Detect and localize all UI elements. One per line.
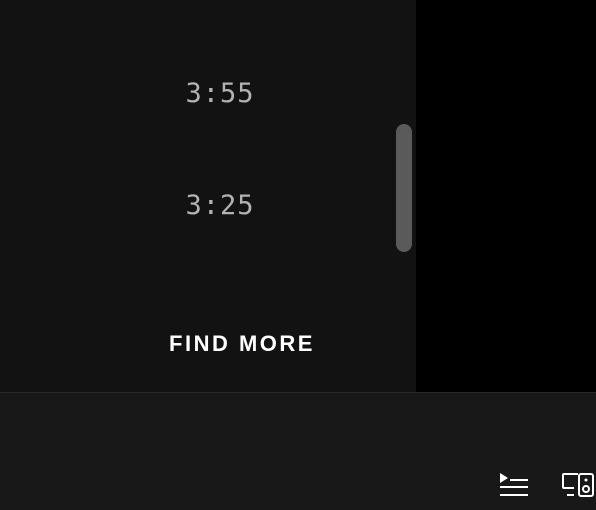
player-bar: [0, 392, 596, 510]
queue-button[interactable]: [496, 471, 530, 499]
track-duration: 3:55: [185, 78, 255, 109]
scrollbar-thumb[interactable]: [396, 124, 412, 252]
find-more-button[interactable]: FIND MORE: [140, 328, 344, 360]
tracklist-panel: 3:55 3:25 FIND MORE: [0, 0, 416, 393]
devices-button[interactable]: [560, 471, 596, 501]
queue-icon: [500, 473, 528, 496]
track-duration: 3:25: [185, 190, 255, 221]
connect-to-device-icon: [562, 473, 594, 497]
side-panel: [416, 0, 596, 393]
